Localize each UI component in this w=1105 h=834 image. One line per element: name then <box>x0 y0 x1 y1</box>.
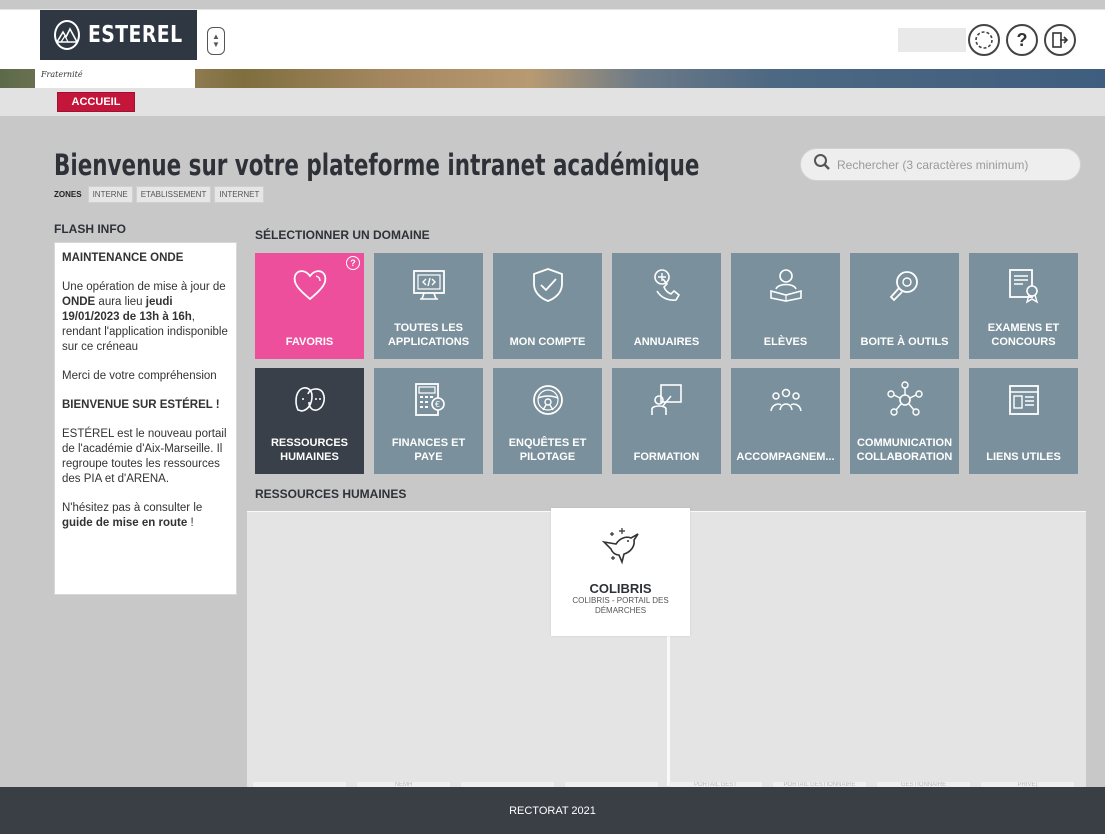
zones-bar: ZONES INTERNE ETABLISSEMENT INTERNET <box>54 186 265 203</box>
top-bar: ESTEREL ▲ ▼ ? <box>0 9 1105 69</box>
tile-enquetes-pilotage[interactable]: ENQUÊTES ET PILOTAGE <box>493 368 602 474</box>
tile-label: RESSOURCES HUMAINES <box>270 437 349 463</box>
flash-paragraph-guide: N'hésitez pas à consulter le guide de mi… <box>62 502 203 529</box>
network-icon <box>850 380 959 420</box>
tile-label: BOITE À OUTILS <box>860 336 949 348</box>
footer-text: RECTORAT 2021 <box>509 804 596 817</box>
links-icon <box>969 380 1078 420</box>
app-card-colibris[interactable]: COLIBRIS COLIBRIS - PORTAIL DES DÉMARCHE… <box>551 508 690 636</box>
rh-section-title: RESSOURCES HUMAINES <box>255 487 407 501</box>
flash-info-title: FLASH INFO <box>54 222 126 236</box>
zones-label: ZONES <box>54 190 82 199</box>
tile-mon-compte[interactable]: MON COMPTE <box>493 253 602 359</box>
app-name: COLIBRIS <box>589 581 652 596</box>
tile-finances-paye[interactable]: € FINANCES ET PAYE <box>374 368 483 474</box>
zone-etablissement[interactable]: ETABLISSEMENT <box>135 186 212 203</box>
chevron-down-icon: ▼ <box>212 40 220 49</box>
certificate-icon <box>969 265 1078 305</box>
app-description: COLIBRIS - PORTAIL DES DÉMARCHES <box>572 596 669 615</box>
tile-examens-concours[interactable]: EXAMENS ET CONCOURS <box>969 253 1078 359</box>
people-icon <box>255 380 364 420</box>
loading-icon[interactable] <box>968 24 1000 56</box>
search-icon[interactable] <box>813 153 831 176</box>
tile-toutes-applications[interactable]: TOUTES LES APPLICATIONS <box>374 253 483 359</box>
nav-bar: ACCUEIL <box>0 88 1105 116</box>
rh-column-divider <box>667 636 670 786</box>
tile-label: ACCOMPAGNEM... <box>736 451 835 463</box>
tile-boite-outils[interactable]: BOITE À OUTILS <box>850 253 959 359</box>
tile-label: LIENS UTILES <box>986 451 1061 463</box>
toggle-menu-button[interactable]: ▲ ▼ <box>207 27 225 55</box>
heart-icon <box>255 265 364 305</box>
mountain-logo-icon <box>54 20 80 50</box>
logout-icon[interactable] <box>1044 24 1076 56</box>
code-screen-icon <box>374 265 483 305</box>
tile-favoris[interactable]: ? FAVORIS <box>255 253 364 359</box>
tile-label: ENQUÊTES ET PILOTAGE <box>508 437 587 463</box>
tile-annuaires[interactable]: ANNUAIRES <box>612 253 721 359</box>
help-icon[interactable]: ? <box>1006 24 1038 56</box>
search-box[interactable] <box>800 148 1081 181</box>
tile-label: ELÈVES <box>763 336 808 348</box>
page-title: Bienvenue sur votre plateforme intranet … <box>54 148 700 182</box>
tile-label: ANNUAIRES <box>633 336 700 348</box>
accueil-tab[interactable]: ACCUEIL <box>57 92 135 112</box>
tile-communication-collaboration[interactable]: COMMUNICATION COLLABORATION <box>850 368 959 474</box>
hummingbird-icon <box>598 522 644 573</box>
domain-section-title: SÉLECTIONNER UN DOMAINE <box>255 228 430 242</box>
svg-text:€: € <box>435 400 440 409</box>
tile-eleves[interactable]: ELÈVES <box>731 253 840 359</box>
tile-label: FINANCES ET PAYE <box>391 437 466 463</box>
tile-label: FORMATION <box>633 451 700 463</box>
teacher-icon <box>612 380 721 420</box>
phone-icon <box>612 265 721 305</box>
logo-text: ESTEREL <box>88 22 183 48</box>
tile-label: TOUTES LES APPLICATIONS <box>387 322 470 348</box>
fraternite-text: Fraternité <box>41 70 83 79</box>
calculator-icon: € <box>374 380 483 420</box>
guide-link[interactable]: guide de mise en route <box>62 517 187 529</box>
flash-paragraph-esterel: ESTÉREL est le nouveau portail de l'acad… <box>62 428 227 485</box>
flash-heading-welcome: BIENVENUE SUR ESTÉREL ! <box>62 399 220 411</box>
flash-paragraph-thanks: Merci de votre compréhension <box>62 370 217 382</box>
tile-ressources-humaines[interactable]: RESSOURCES HUMAINES <box>255 368 364 474</box>
student-icon <box>731 265 840 305</box>
zone-interne[interactable]: INTERNE <box>87 186 133 203</box>
tile-label: COMMUNICATION COLLABORATION <box>856 437 953 463</box>
esterel-logo[interactable]: ESTEREL <box>40 10 197 60</box>
steering-wheel-icon <box>493 380 602 420</box>
flash-paragraph-maintenance: Une opération de mise à jour de ONDE aur… <box>62 281 228 353</box>
tile-label: FAVORIS <box>285 336 334 348</box>
footer: RECTORAT 2021 <box>0 787 1105 834</box>
marianne-block: Fraternité <box>35 69 195 88</box>
domain-tiles-grid: ? FAVORIS TOUTES LES APPLICATIONS MON CO… <box>255 253 1078 474</box>
tile-label: EXAMENS ET CONCOURS <box>987 322 1060 348</box>
header-banner: Fraternité <box>0 69 1105 88</box>
tile-label: MON COMPTE <box>509 336 586 348</box>
flash-info-panel: MAINTENANCE ONDE Une opération de mise à… <box>54 242 237 595</box>
shield-check-icon <box>493 265 602 305</box>
tile-formation[interactable]: FORMATION <box>612 368 721 474</box>
support-icon <box>731 380 840 420</box>
tile-liens-utiles[interactable]: LIENS UTILES <box>969 368 1078 474</box>
search-input[interactable] <box>837 157 1067 172</box>
tile-accompagnement[interactable]: ACCOMPAGNEM... <box>731 368 840 474</box>
zone-internet[interactable]: INTERNET <box>214 186 265 203</box>
flash-heading-maintenance: MAINTENANCE ONDE <box>62 252 184 264</box>
tools-icon <box>850 265 959 305</box>
user-name-box[interactable] <box>898 28 966 52</box>
